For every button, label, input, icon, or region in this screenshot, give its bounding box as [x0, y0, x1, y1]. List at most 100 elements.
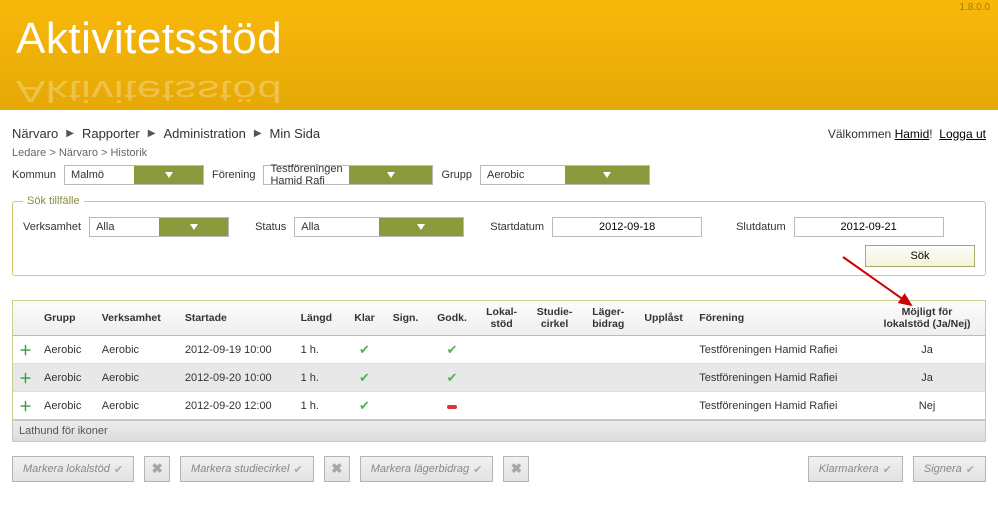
menu-minsida[interactable]: Min Sida: [270, 126, 321, 141]
markera-lokalstod-button[interactable]: Markera lokalstöd ✔: [12, 456, 134, 482]
th-mojligt[interactable]: Möjligt för lokalstöd (Ja/Nej): [869, 301, 985, 336]
cell-lokal: [476, 364, 526, 392]
th-langd[interactable]: Längd: [295, 301, 346, 336]
cell-lokal: [476, 336, 526, 364]
cell-sign: [383, 364, 427, 392]
th-godk[interactable]: Godk.: [428, 301, 477, 336]
grupp-label: Grupp: [441, 169, 472, 181]
logout-link[interactable]: Logga ut: [939, 127, 986, 141]
chevron-right-icon: ▶: [254, 128, 262, 139]
cell-mojligt: Ja: [869, 364, 985, 392]
table-row[interactable]: ＋AerobicAerobic2012-09-20 10:001 h.✔✔Tes…: [13, 364, 985, 392]
results-table: Grupp Verksamhet Startade Längd Klar Sig…: [12, 300, 986, 420]
klarmarkera-button[interactable]: Klarmarkera ✔: [808, 456, 903, 482]
kommun-select[interactable]: Malmö: [64, 165, 204, 185]
menu-rapporter[interactable]: Rapporter: [82, 126, 140, 141]
cell-startade: 2012-09-19 10:00: [179, 336, 295, 364]
cell-verksamhet: Aerobic: [96, 392, 179, 420]
check-icon: ✔: [447, 370, 458, 385]
cell-godk: [428, 392, 477, 420]
chevron-down-icon: [565, 166, 649, 184]
cell-grupp: Aerobic: [38, 392, 96, 420]
cell-lager: [582, 392, 634, 420]
markera-studiecirkel-clear-button[interactable]: ✖: [324, 456, 350, 482]
cell-sign: [383, 336, 427, 364]
cell-startade: 2012-09-20 12:00: [179, 392, 295, 420]
cell-sign: [383, 392, 427, 420]
chevron-right-icon: ▶: [148, 128, 156, 139]
th-forening[interactable]: Förening: [693, 301, 869, 336]
verksamhet-label: Verksamhet: [23, 221, 81, 233]
cell-startade: 2012-09-20 10:00: [179, 364, 295, 392]
kommun-value: Malmö: [65, 169, 134, 181]
search-button[interactable]: Sök: [865, 245, 975, 267]
check-icon: ✔: [473, 463, 482, 476]
cell-klar: ✔: [346, 364, 384, 392]
app-title: Aktivitetsstöd: [16, 14, 998, 64]
th-upplast[interactable]: Upplåst: [634, 301, 693, 336]
cell-studie: [527, 392, 583, 420]
plus-icon[interactable]: ＋: [19, 340, 32, 359]
cell-langd: 1 h.: [295, 336, 346, 364]
cell-upplast: [634, 364, 693, 392]
markera-lagerbidrag-button[interactable]: Markera lägerbidrag ✔: [360, 456, 494, 482]
cell-godk: ✔: [428, 336, 477, 364]
markera-lagerbidrag-clear-button[interactable]: ✖: [503, 456, 529, 482]
cell-forening: Testföreningen Hamid Rafiei: [693, 336, 869, 364]
menu-bar: Närvaro ▶ Rapporter ▶ Administration ▶ M…: [12, 126, 986, 141]
check-icon: ✔: [114, 463, 123, 476]
plus-icon[interactable]: ＋: [19, 396, 32, 415]
search-legend: Sök tillfälle: [23, 195, 84, 207]
cell-langd: 1 h.: [295, 364, 346, 392]
plus-icon[interactable]: ＋: [19, 368, 32, 387]
breadcrumb: Ledare > Närvaro > Historik: [12, 147, 986, 159]
status-label: Status: [255, 221, 286, 233]
breadcrumb-ledare[interactable]: Ledare: [12, 147, 46, 159]
signera-button[interactable]: Signera ✔: [913, 456, 986, 482]
lathund-bar[interactable]: Lathund för ikoner: [12, 420, 986, 442]
check-icon: ✔: [359, 398, 370, 413]
user-link[interactable]: Hamid: [895, 127, 930, 141]
th-klar[interactable]: Klar: [346, 301, 384, 336]
slutdatum-input[interactable]: [794, 217, 944, 237]
welcome-text: Välkommen Hamid! Logga ut: [828, 127, 986, 141]
th-grupp[interactable]: Grupp: [38, 301, 96, 336]
grupp-select[interactable]: Aerobic: [480, 165, 650, 185]
check-icon: ✔: [359, 370, 370, 385]
cell-lokal: [476, 392, 526, 420]
breadcrumb-narvaro[interactable]: Närvaro: [59, 147, 98, 159]
th-startade[interactable]: Startade: [179, 301, 295, 336]
table-row[interactable]: ＋AerobicAerobic2012-09-19 10:001 h.✔✔Tes…: [13, 336, 985, 364]
app-header: 1.8.0.0 Aktivitetsstöd Aktivitetsstöd: [0, 0, 998, 110]
th-verksamhet[interactable]: Verksamhet: [96, 301, 179, 336]
search-fieldset: Sök tillfälle Verksamhet Alla Status All…: [12, 195, 986, 276]
cell-forening: Testföreningen Hamid Rafiei: [693, 364, 869, 392]
th-lokal[interactable]: Lokal- stöd: [476, 301, 526, 336]
cell-verksamhet: Aerobic: [96, 364, 179, 392]
markera-lokalstod-clear-button[interactable]: ✖: [144, 456, 170, 482]
th-lager[interactable]: Läger- bidrag: [582, 301, 634, 336]
footer-actions: Markera lokalstöd ✔ ✖ Markera studiecirk…: [12, 456, 986, 482]
check-icon: ✔: [293, 463, 302, 476]
chevron-down-icon: [134, 166, 203, 184]
forening-select[interactable]: Testföreningen Hamid Rafi: [263, 165, 433, 185]
th-studie[interactable]: Studie- cirkel: [527, 301, 583, 336]
slutdatum-label: Slutdatum: [736, 221, 786, 233]
cell-upplast: [634, 336, 693, 364]
status-select[interactable]: Alla: [294, 217, 464, 237]
kommun-label: Kommun: [12, 169, 56, 181]
check-icon: ✔: [883, 463, 892, 476]
cell-klar: ✔: [346, 336, 384, 364]
verksamhet-select[interactable]: Alla: [89, 217, 229, 237]
forening-value: Testföreningen Hamid Rafi: [264, 163, 348, 187]
th-sign[interactable]: Sign.: [383, 301, 427, 336]
startdatum-input[interactable]: [552, 217, 702, 237]
table-row[interactable]: ＋AerobicAerobic2012-09-20 12:001 h.✔Test…: [13, 392, 985, 420]
menu-administration[interactable]: Administration: [163, 126, 245, 141]
cell-grupp: Aerobic: [38, 364, 96, 392]
markera-studiecirkel-button[interactable]: Markera studiecirkel ✔: [180, 456, 314, 482]
startdatum-label: Startdatum: [490, 221, 544, 233]
app-title-reflection: Aktivitetsstöd: [16, 74, 282, 109]
cell-mojligt: Nej: [869, 392, 985, 420]
menu-narvaro[interactable]: Närvaro: [12, 126, 58, 141]
